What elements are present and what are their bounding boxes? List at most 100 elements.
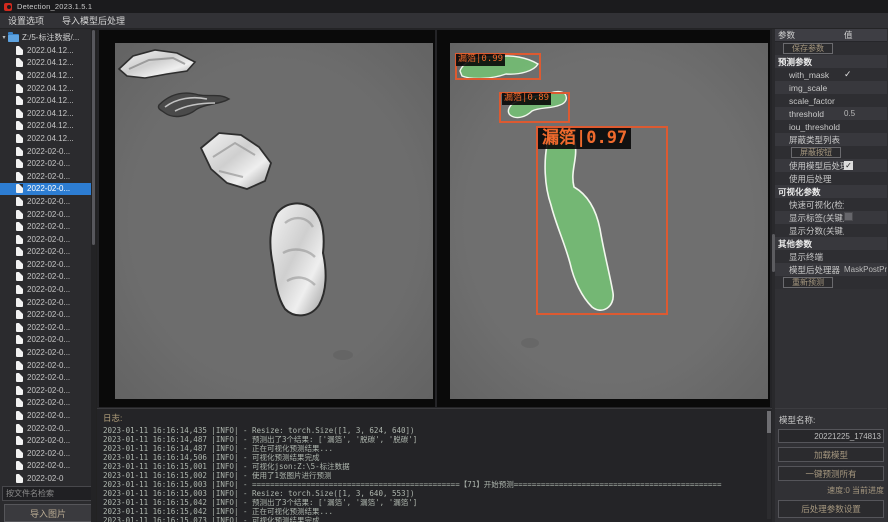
viewer-original[interactable] (99, 30, 435, 407)
file-icon (16, 247, 23, 256)
model-name-field[interactable]: 20221225_174813 (778, 429, 884, 443)
tree-item[interactable]: 2022.04.12... (0, 132, 96, 145)
tree-item[interactable]: 2022-02-0... (0, 460, 96, 473)
tree-root-label: Z:/5-标注数据/... (22, 32, 79, 43)
tree-item[interactable]: 2022-02-0... (0, 308, 96, 321)
tree-item[interactable]: 2022.04.12... (0, 69, 96, 82)
postprocess-settings-button[interactable]: 后处理参数设置 (778, 500, 884, 518)
tree-item[interactable]: 2022-02-0... (0, 409, 96, 422)
param-value: 0.5 (844, 109, 887, 118)
tree-item-label: 2022-02-0... (27, 361, 70, 370)
tree-root-folder[interactable]: ▾ Z:/5-标注数据/... (0, 31, 96, 44)
tree-item[interactable]: 2022-02-0... (0, 296, 96, 309)
tree-scrollbar[interactable] (91, 29, 96, 522)
tree-item[interactable]: 2022-02-0... (0, 346, 96, 359)
tree-item-label: 2022-02-0... (27, 222, 70, 231)
tree-item[interactable]: 2022-02-0... (0, 208, 96, 221)
file-icon (16, 159, 23, 168)
tree-item-label: 2022.04.12... (27, 71, 74, 80)
param-label: threshold (775, 109, 844, 119)
tree-item[interactable]: 2022-02-0... (0, 283, 96, 296)
file-icon (16, 147, 23, 156)
params-panel: 参数 值 保存参数预测参数with_mask✓img_scalescale_fa… (775, 29, 887, 522)
predict-all-button[interactable]: 一键预测所有 (778, 466, 884, 481)
log-line: 2023-01-11 16:16:15,002 |INFO| - 使用了1张图片… (103, 471, 772, 480)
tree-item[interactable]: 2022-02-0... (0, 334, 96, 347)
param-label: iou_threshold (775, 122, 844, 132)
log-scrollbar-thumb[interactable] (767, 411, 771, 433)
tree-item[interactable]: 2022-02-0 (0, 472, 96, 484)
param-button[interactable]: 屏蔽按钮 (791, 147, 841, 158)
tree-item[interactable]: 2022-02-0... (0, 397, 96, 410)
menu-import-postprocess[interactable]: 导入模型后处理 (62, 14, 125, 27)
checkbox-checked-icon[interactable]: ✓ (844, 161, 853, 170)
tree-item[interactable]: 2022-02-0... (0, 384, 96, 397)
tree-item[interactable]: 2022-02-0... (0, 170, 96, 183)
tree-item[interactable]: 2022-02-0... (0, 233, 96, 246)
viewer-prediction[interactable]: 漏箔|0.99漏箔|0.89漏箔|0.97 (437, 30, 770, 407)
tree-item-label: 2022-02-0... (27, 373, 70, 382)
tree-item[interactable]: 2022-02-0... (0, 447, 96, 460)
param-button[interactable]: 重新预测 (783, 277, 833, 288)
tree-item-label: 2022.04.12... (27, 46, 74, 55)
tree-item[interactable]: 2022.04.12... (0, 82, 96, 95)
file-icon (16, 134, 23, 143)
file-icon (16, 96, 23, 105)
file-icon (16, 323, 23, 332)
app-window: Detection_2023.1.5.1 设置选项 导入模型后处理 ▾ Z:/5… (0, 0, 888, 522)
file-icon (16, 386, 23, 395)
tree-item[interactable]: 2022.04.12... (0, 57, 96, 70)
tree-item-label: 2022.04.12... (27, 96, 74, 105)
menu-bar: 设置选项 导入模型后处理 (0, 13, 888, 29)
splitter-handle[interactable] (772, 234, 775, 272)
file-icon (16, 71, 23, 80)
tree-item[interactable]: 2022-02-0... (0, 195, 96, 208)
param-label: 显示终端 (775, 251, 844, 263)
checkbox-empty-icon[interactable] (844, 212, 853, 221)
tree-scrollbar-thumb[interactable] (92, 30, 95, 245)
param-label: 可视化参数 (775, 186, 887, 198)
log-scrollbar[interactable] (767, 411, 771, 519)
file-icon (16, 348, 23, 357)
tree-item[interactable]: 2022-02-0... (0, 220, 96, 233)
param-row: 模型后处理器MaskPostPro (775, 263, 887, 276)
param-label: 显示分数(关键点) (775, 225, 844, 237)
tree-item[interactable]: 2022-02-0... (0, 157, 96, 170)
tree-item-label: 2022-02-0... (27, 247, 70, 256)
import-images-button[interactable]: 导入图片 (4, 504, 92, 522)
log-console[interactable]: 日志: 2023-01-11 16:16:14,435 |INFO| - Res… (97, 408, 772, 522)
tree-item[interactable]: 2022-02-0... (0, 258, 96, 271)
menu-settings[interactable]: 设置选项 (8, 14, 44, 27)
tree-item[interactable]: 2022-02-0... (0, 434, 96, 447)
tree-item[interactable]: 2022.04.12... (0, 107, 96, 120)
tree-item[interactable]: 2022-02-0... (0, 422, 96, 435)
tree-item[interactable]: 2022-02-0... (0, 183, 96, 196)
file-tree-panel: ▾ Z:/5-标注数据/... 2022.04.12...2022.04.12.… (0, 29, 97, 522)
caret-down-icon[interactable]: ▾ (0, 34, 8, 41)
tree-item[interactable]: 2022.04.12... (0, 94, 96, 107)
tree-item[interactable]: 2022-02-0... (0, 371, 96, 384)
tree-item[interactable]: 2022-02-0... (0, 359, 96, 372)
tree-item[interactable]: 2022.04.12... (0, 44, 96, 57)
param-value: ✓ (844, 69, 887, 80)
tree-item-label: 2022-02-0... (27, 449, 70, 458)
filename-search-input[interactable] (2, 486, 94, 501)
file-icon (16, 361, 23, 370)
detection-label: 漏箔|0.89 (502, 93, 551, 105)
param-row: 显示终端 (775, 250, 887, 263)
tree-item[interactable]: 2022.04.12... (0, 120, 96, 133)
log-line: 2023-01-11 16:16:15,042 |INFO| - 预测出了3个结… (103, 498, 772, 507)
param-row: threshold0.5 (775, 107, 887, 120)
param-button[interactable]: 保存参数 (783, 43, 833, 54)
param-label: 屏蔽类型列表 (775, 134, 844, 146)
tree-item[interactable]: 2022-02-0... (0, 321, 96, 334)
param-section-row: 预测参数 (775, 55, 887, 68)
tree-item[interactable]: 2022-02-0... (0, 145, 96, 158)
panel-splitter[interactable] (772, 29, 775, 522)
tree-item[interactable]: 2022-02-0... (0, 246, 96, 259)
file-icon (16, 285, 23, 294)
load-model-button[interactable]: 加载模型 (778, 447, 884, 462)
tree-item[interactable]: 2022-02-0... (0, 271, 96, 284)
tree-item-label: 2022-02-0... (27, 411, 70, 420)
file-icon (16, 272, 23, 281)
